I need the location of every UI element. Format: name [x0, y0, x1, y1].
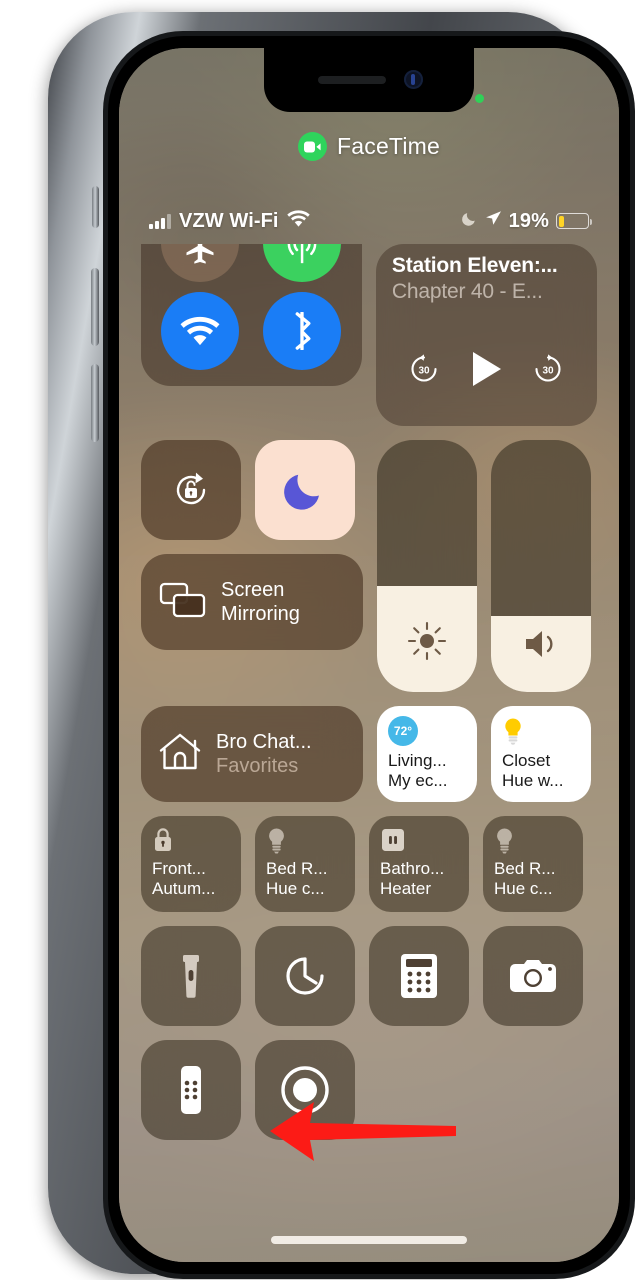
- flashlight-button[interactable]: [141, 926, 241, 1026]
- location-arrow-icon: [485, 210, 502, 232]
- accessory-tile-bedroom-light-2[interactable]: Bed R... Hue c...: [483, 816, 583, 912]
- camera-icon: [510, 960, 556, 992]
- wifi-icon: [286, 210, 310, 232]
- facetime-banner[interactable]: FaceTime: [119, 132, 619, 161]
- home-favorites-tile[interactable]: Bro Chat... Favorites: [141, 706, 363, 802]
- lightbulb-on-icon: [502, 716, 581, 746]
- svg-text:30: 30: [543, 366, 555, 377]
- speaker-grille-icon: [318, 76, 386, 84]
- cc-row-accessories: Front... Autum... Bed R... Hue c... Bath…: [141, 816, 597, 912]
- home-room: Favorites: [216, 755, 299, 777]
- phone-screen: FaceTime VZW Wi-Fi 19% Station Eleven:..…: [119, 48, 619, 1262]
- accessory-sub: Autum...: [152, 878, 216, 898]
- lightbulb-off-icon: [266, 825, 346, 855]
- accessory-name: Living...: [388, 751, 447, 770]
- skip-back-30-button[interactable]: 30: [407, 352, 441, 391]
- outlet-icon: [380, 825, 460, 855]
- facetime-label: FaceTime: [337, 133, 440, 159]
- thermostat-icon: 72°: [388, 716, 418, 746]
- rotation-lock-toggle[interactable]: [141, 440, 241, 540]
- camera-button[interactable]: [483, 926, 583, 1026]
- calculator-button[interactable]: [369, 926, 469, 1026]
- play-icon[interactable]: [468, 349, 504, 394]
- tv-remote-icon: [181, 1066, 201, 1114]
- volume-up-button[interactable]: [91, 268, 99, 346]
- accessory-tile-bathroom-heater[interactable]: Bathro... Heater: [369, 816, 469, 912]
- accessory-name: Bathro...: [380, 859, 445, 878]
- now-playing-module[interactable]: Station Eleven:... Chapter 40 - E... 30: [375, 244, 597, 426]
- home-indicator-bar[interactable]: [271, 1236, 467, 1244]
- home-labels: Bro Chat... Favorites: [216, 730, 312, 778]
- accessory-sub: Hue c...: [266, 878, 325, 898]
- mute-switch[interactable]: [92, 186, 99, 228]
- do-not-disturb-toggle[interactable]: [255, 440, 355, 540]
- accessory-tile-front-lock[interactable]: Front... Autum...: [141, 816, 241, 912]
- home-icon: [157, 731, 203, 778]
- status-bar-right: 19%: [461, 209, 592, 233]
- camera-in-use-dot: [475, 94, 484, 103]
- timer-button[interactable]: [255, 926, 355, 1026]
- accessory-sub: My ec...: [388, 770, 448, 790]
- home-name: Bro Chat...: [216, 731, 312, 753]
- cc-row-utilities-1: [141, 926, 597, 1026]
- accessory-sub: Hue w...: [502, 770, 564, 790]
- cc-row-connectivity-media: Station Eleven:... Chapter 40 - E... 30: [141, 244, 597, 426]
- accessory-tile-thermostat[interactable]: 72° Living... My ec...: [377, 706, 477, 802]
- screen-mirroring-icon: [159, 580, 207, 625]
- control-center: Station Eleven:... Chapter 40 - E... 30: [119, 244, 619, 1154]
- video-camera-icon: [298, 132, 327, 161]
- cellular-data-toggle[interactable]: [263, 244, 341, 282]
- notch: [264, 48, 474, 112]
- screen-mirroring-label: Screen Mirroring: [221, 578, 300, 625]
- lock-icon: [152, 825, 232, 855]
- moon-icon: [461, 210, 478, 232]
- battery-percent-label: 19%: [508, 209, 549, 232]
- media-subtitle: Chapter 40 - E...: [391, 280, 543, 303]
- cellular-bars-icon: [149, 213, 171, 229]
- wifi-toggle[interactable]: [161, 292, 239, 370]
- carrier-label: VZW Wi-Fi: [179, 209, 279, 232]
- screen-mirroring-tile[interactable]: Screen Mirroring: [141, 554, 363, 650]
- bluetooth-toggle[interactable]: [263, 292, 341, 370]
- accessory-name: Bed R...: [494, 859, 556, 878]
- media-title: Station Eleven:...: [391, 254, 558, 277]
- timer-icon: [286, 957, 324, 995]
- accessory-sub: Heater: [380, 878, 432, 898]
- accessory-tile-bedroom-light-1[interactable]: Bed R... Hue c...: [255, 816, 355, 912]
- apple-tv-remote-button[interactable]: [141, 1040, 241, 1140]
- sun-icon: [377, 620, 477, 662]
- battery-fill: [558, 215, 565, 227]
- rotation-lock-icon: [176, 472, 206, 505]
- accessory-sub: Hue c...: [494, 878, 553, 898]
- airplane-mode-toggle[interactable]: [161, 244, 239, 282]
- status-bar-left: VZW Wi-Fi: [149, 210, 310, 233]
- accessory-name: Bed R...: [266, 859, 328, 878]
- lightbulb-off-icon: [494, 825, 574, 855]
- accessory-tile-closet-light[interactable]: Closet Hue w...: [491, 706, 591, 802]
- phone-frame: FaceTime VZW Wi-Fi 19% Station Eleven:..…: [48, 12, 635, 1279]
- status-bar: VZW Wi-Fi 19%: [119, 206, 619, 236]
- flashlight-icon: [183, 955, 199, 998]
- volume-slider[interactable]: [491, 440, 591, 692]
- skip-forward-30-button[interactable]: 30: [531, 352, 565, 391]
- volume-down-button[interactable]: [91, 364, 99, 442]
- brightness-slider[interactable]: [377, 440, 477, 692]
- accessory-name: Front...: [152, 859, 206, 878]
- speaker-icon: [491, 626, 591, 662]
- accessory-name: Closet: [502, 751, 551, 770]
- connectivity-module: [141, 244, 362, 386]
- front-camera-icon: [404, 70, 423, 89]
- moon-icon: [284, 474, 319, 510]
- media-controls: 30 30: [376, 349, 597, 394]
- annotation-arrow: [270, 1102, 456, 1161]
- battery-low-icon: [556, 213, 592, 229]
- calculator-icon: [401, 954, 437, 998]
- screenshot-stage: FaceTime VZW Wi-Fi 19% Station Eleven:..…: [0, 0, 642, 1280]
- svg-text:30: 30: [419, 366, 431, 377]
- cc-row-toggles-sliders: Screen Mirroring: [141, 440, 597, 692]
- cc-row-home: Bro Chat... Favorites 72° Living... My e…: [141, 706, 597, 802]
